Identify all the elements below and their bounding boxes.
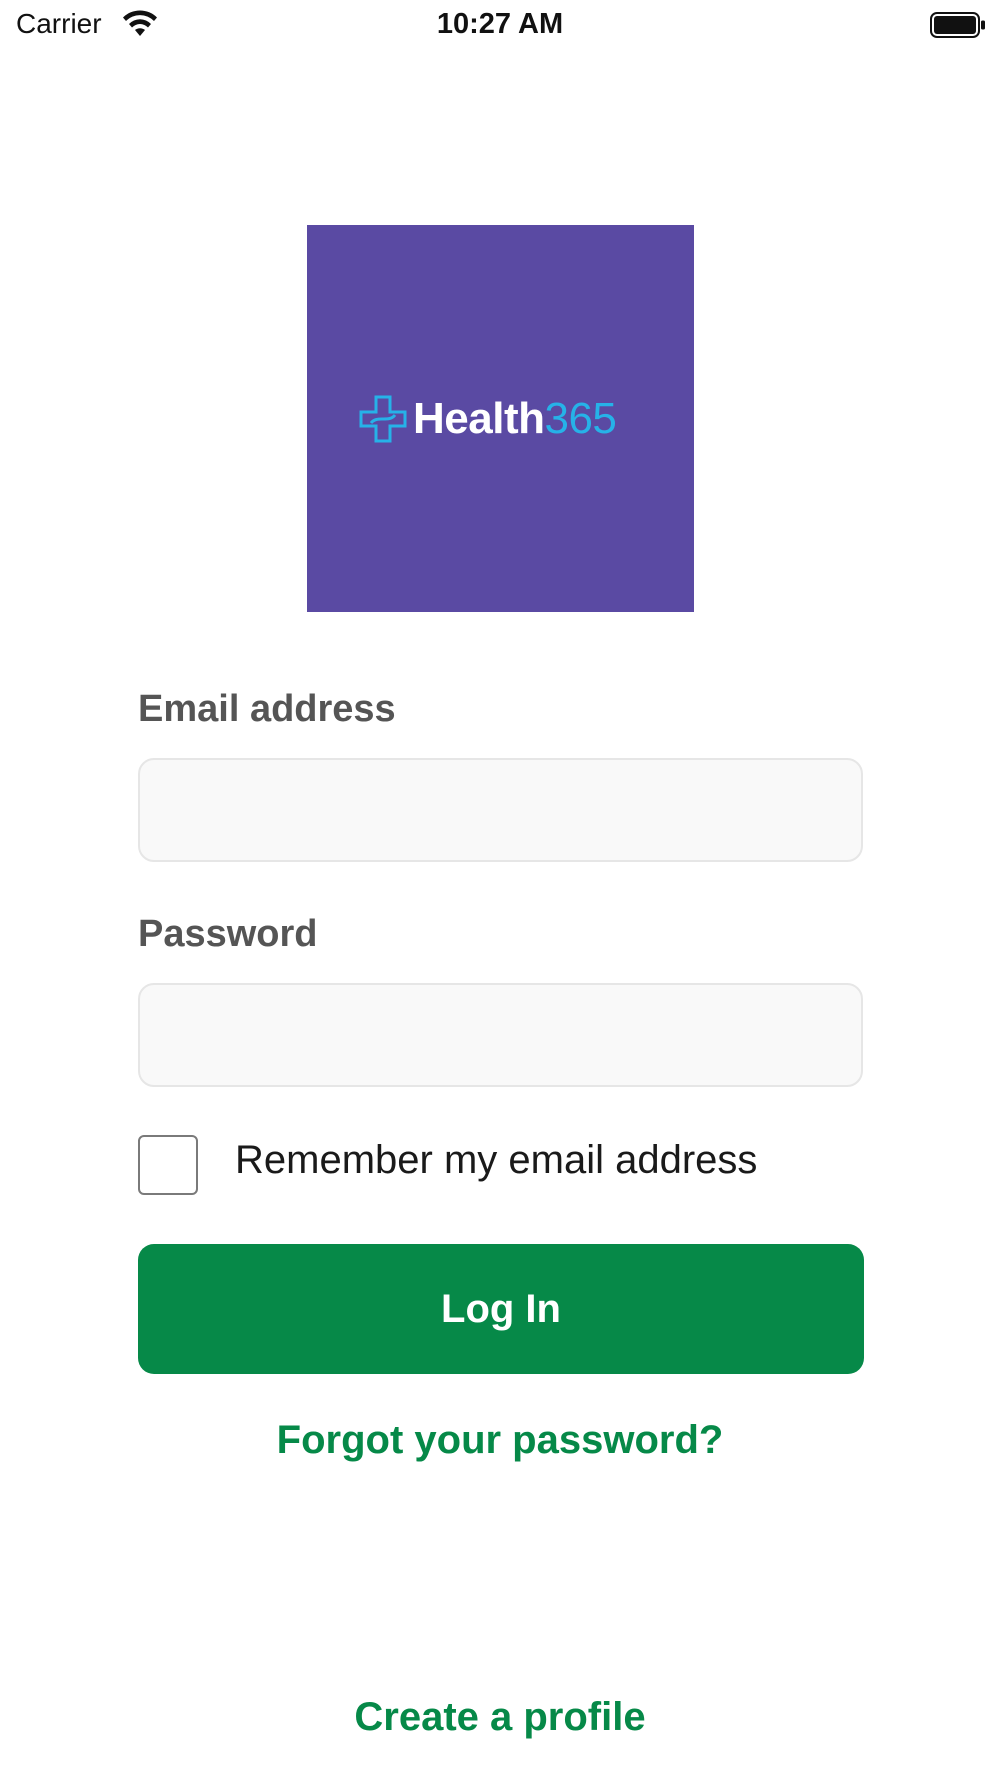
logo-brand-word: Health (413, 394, 545, 443)
medical-cross-icon (359, 395, 407, 443)
create-profile-link[interactable]: Create a profile (0, 1695, 1000, 1740)
password-field[interactable] (138, 983, 863, 1087)
password-label: Password (138, 913, 318, 955)
logo-brand-number: 365 (544, 394, 617, 443)
status-bar: Carrier 10:27 AM (0, 0, 1000, 52)
remember-email-checkbox[interactable] (138, 1135, 198, 1195)
forgot-password-link[interactable]: Forgot your password? (0, 1418, 1000, 1463)
status-time: 10:27 AM (436, 8, 564, 40)
login-button[interactable]: Log In (138, 1244, 864, 1374)
app-logo: Health365 (307, 225, 694, 612)
email-label: Email address (138, 688, 396, 730)
remember-email-label[interactable]: Remember my email address (235, 1138, 757, 1183)
battery-icon (930, 12, 985, 38)
email-field[interactable] (138, 758, 863, 862)
logo-wordmark: Health365 (413, 393, 617, 445)
